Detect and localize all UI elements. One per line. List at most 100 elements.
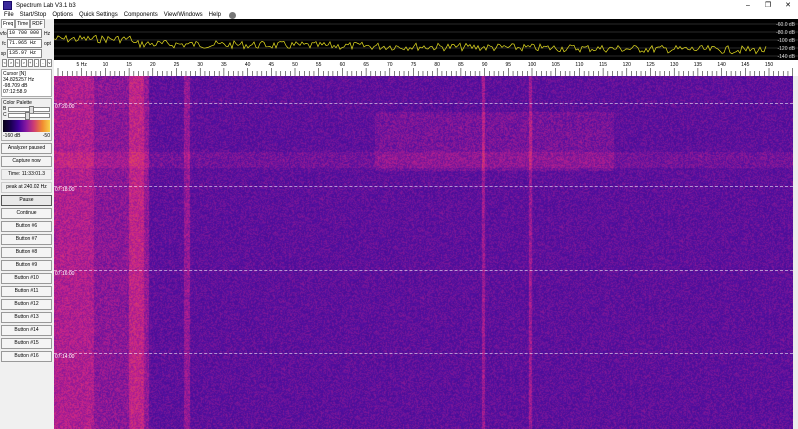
menu-components[interactable]: Components bbox=[124, 11, 158, 19]
nav-left2-button[interactable]: < bbox=[14, 59, 21, 67]
frequency-tick-label: 60 bbox=[340, 62, 346, 68]
waterfall-display[interactable]: 07:20:00 07:18:00 07:16:00 07:14:00 bbox=[54, 76, 798, 429]
button-16[interactable]: Button #16 bbox=[1, 351, 52, 362]
frequency-tick-label: 85 bbox=[458, 62, 464, 68]
tab-time[interactable]: Time bbox=[15, 19, 31, 28]
pause-button[interactable]: Pause bbox=[1, 195, 52, 206]
time-marker-line bbox=[54, 270, 798, 271]
frequency-tick-label: 50 bbox=[292, 62, 298, 68]
frequency-tick-label: 10 bbox=[103, 62, 109, 68]
palette-max-label: -50 bbox=[42, 133, 50, 139]
frequency-tick-label: 5 Hz bbox=[77, 62, 88, 68]
minimize-button[interactable]: – bbox=[738, 0, 758, 11]
zoom-in-button[interactable]: + bbox=[27, 59, 33, 67]
fc-row: fc 71.965 Hz opt bbox=[0, 39, 53, 48]
peak-display: peak at 240.02 Hz bbox=[1, 182, 52, 193]
time-marker-line bbox=[54, 353, 798, 354]
nav-minus-button[interactable]: - bbox=[40, 59, 46, 67]
frequency-scale: 5 Hz 10 15 20 25 30 35 40 45 50 55 60 65 70 75 80 85 90 95… bbox=[57, 62, 793, 76]
frequency-tick-label: 25 bbox=[174, 62, 180, 68]
nav-right2-button[interactable]: > bbox=[21, 59, 27, 67]
frequency-tick-label: 145 bbox=[741, 62, 750, 68]
fc-unit[interactable]: opt bbox=[44, 41, 51, 47]
button-13[interactable]: Button #13 bbox=[1, 312, 52, 323]
button-11[interactable]: Button #11 bbox=[1, 286, 52, 297]
frequency-axis[interactable]: 5 Hz 10 15 20 25 30 35 40 45 50 55 60 65 70 75 80 85 90 95… bbox=[54, 60, 798, 76]
button-8[interactable]: Button #8 bbox=[1, 247, 52, 258]
nav-right-button[interactable]: > bbox=[8, 59, 14, 67]
frequency-tick-label: 135 bbox=[694, 62, 703, 68]
timestamp-label: 07:14:00 bbox=[55, 354, 75, 360]
menu-quick-settings[interactable]: Quick Settings bbox=[79, 11, 118, 19]
button-12[interactable]: Button #12 bbox=[1, 299, 52, 310]
palette-min-label: -160 dB bbox=[3, 133, 21, 139]
title-bar: Spectrum Lab V3.1 b3 – ❐ ✕ bbox=[0, 0, 798, 11]
vertical-scrollbar[interactable] bbox=[793, 76, 798, 429]
frequency-tick-label: 55 bbox=[316, 62, 322, 68]
frequency-tick-label: 140 bbox=[717, 62, 726, 68]
spectrum-trace bbox=[53, 34, 767, 55]
nav-buttons: < > < > + - - v bbox=[2, 59, 53, 67]
contrast-slider[interactable]: C bbox=[3, 111, 50, 120]
spectrum-db-label: -60.0 dB bbox=[776, 22, 796, 28]
fc-label: fc bbox=[2, 40, 6, 47]
waterfall-canvas bbox=[54, 76, 793, 429]
menu-bar: File Start/Stop Options Quick Settings C… bbox=[0, 11, 798, 19]
spectrum-graph[interactable]: -60.0 dB -80.0 dB -100 dB -120 dB -140 dB bbox=[53, 19, 798, 60]
spectrum-db-label: -80.0 dB bbox=[776, 30, 796, 36]
tab-freq[interactable]: Freq bbox=[1, 19, 16, 28]
color-palette-panel: Color Palette B C -160 dB -50 bbox=[1, 98, 52, 141]
frequency-tick-label: 150 bbox=[765, 62, 774, 68]
button-9[interactable]: Button #9 bbox=[1, 260, 52, 271]
button-7[interactable]: Button #7 bbox=[1, 234, 52, 245]
contrast-thumb[interactable] bbox=[25, 111, 30, 120]
capture-now-button[interactable]: Capture now bbox=[1, 156, 52, 167]
button-15[interactable]: Button #15 bbox=[1, 338, 52, 349]
button-14[interactable]: Button #14 bbox=[1, 325, 52, 336]
spectrum-db-label: -120 dB bbox=[777, 46, 795, 52]
sp-row: sp 135.97 Hz bbox=[0, 49, 53, 58]
spectrum-db-label: -100 dB bbox=[777, 38, 795, 44]
fc-field[interactable]: 71.965 Hz bbox=[7, 39, 42, 48]
frequency-tick-label: 95 bbox=[506, 62, 512, 68]
timestamp-label: 07:18:00 bbox=[55, 187, 75, 193]
button-10[interactable]: Button #10 bbox=[1, 273, 52, 284]
timestamp-label: 07:20:00 bbox=[55, 104, 75, 110]
frequency-tick-label: 110 bbox=[575, 62, 583, 68]
status-indicator-icon bbox=[229, 11, 237, 19]
continue-button[interactable]: Continue bbox=[1, 208, 52, 219]
frequency-tick-label: 40 bbox=[245, 62, 251, 68]
tab-rdf[interactable]: RDF bbox=[30, 19, 45, 28]
frequency-tick-label: 100 bbox=[528, 62, 537, 68]
frequency-tick-label: 120 bbox=[623, 62, 632, 68]
vfo-unit: Hz bbox=[44, 30, 51, 37]
menu-help[interactable]: Help bbox=[209, 11, 221, 19]
nav-dropdown-button[interactable]: v bbox=[46, 59, 52, 67]
frequency-tick-label: 15 bbox=[126, 62, 132, 68]
menu-start-stop[interactable]: Start/Stop bbox=[20, 11, 47, 19]
time-marker-line bbox=[54, 186, 798, 187]
menu-view-windows[interactable]: View/Windows bbox=[164, 11, 203, 19]
frequency-tick-label: 70 bbox=[387, 62, 393, 68]
close-button[interactable]: ✕ bbox=[778, 0, 798, 11]
vfo-field[interactable]: 10 700 000 bbox=[7, 29, 42, 38]
frequency-tick-label: 45 bbox=[269, 62, 275, 68]
frequency-tick-label: 105 bbox=[552, 62, 561, 68]
sp-field[interactable]: 135.97 Hz bbox=[7, 49, 42, 58]
menu-file[interactable]: File bbox=[4, 11, 14, 19]
frequency-tick-label: 90 bbox=[482, 62, 488, 68]
vfo-row: vfo 10 700 000 Hz bbox=[0, 29, 53, 38]
analyzer-paused-button[interactable]: Analyzer paused bbox=[1, 143, 52, 154]
frequency-tick-label: 20 bbox=[150, 62, 156, 68]
zoom-out-button[interactable]: - bbox=[33, 59, 40, 67]
button-6[interactable]: Button #6 bbox=[1, 221, 52, 232]
maximize-button[interactable]: ❐ bbox=[758, 0, 778, 11]
frequency-tick-label: 75 bbox=[411, 62, 417, 68]
panel-tabs: Freq Time RDF bbox=[1, 19, 53, 28]
sp-label: sp bbox=[0, 50, 6, 57]
frequency-tick-label: 30 bbox=[197, 62, 203, 68]
menu-options[interactable]: Options bbox=[52, 11, 73, 19]
nav-left-button[interactable]: < bbox=[2, 59, 8, 67]
vfo-label: vfo bbox=[0, 30, 7, 37]
frequency-tick-label: 125 bbox=[646, 62, 655, 68]
